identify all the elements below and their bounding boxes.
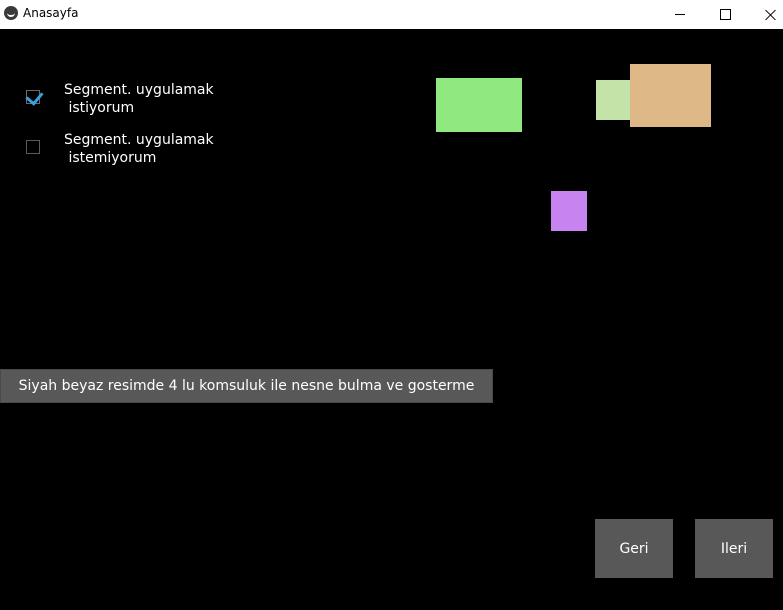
checkbox-unchecked[interactable] [26,140,40,154]
option-label: Segment. uygulamak istemiyorum [64,132,214,166]
close-icon [765,9,777,21]
window-title: Anasayfa [23,6,79,20]
purple-rectangle [551,191,587,231]
app-icon [4,6,18,20]
maximize-button[interactable] [702,0,748,29]
close-button[interactable] [748,0,783,29]
find-objects-button[interactable]: Siyah beyaz resimde 4 lu komsuluk ile ne… [0,369,493,403]
minimize-button[interactable] [657,0,703,29]
option-label: Segment. uygulamak istiyorum [64,82,214,116]
back-button[interactable]: Geri [595,519,673,578]
title-bar: Anasayfa [0,0,783,29]
green-rectangle [436,78,522,132]
light-green-rectangle [596,80,634,120]
tan-rectangle [630,64,711,127]
checkmark-icon [25,87,44,106]
minimize-icon [675,14,685,15]
maximize-icon [719,9,731,20]
next-button[interactable]: Ileri [695,519,773,578]
checkbox-checked[interactable] [25,87,44,106]
